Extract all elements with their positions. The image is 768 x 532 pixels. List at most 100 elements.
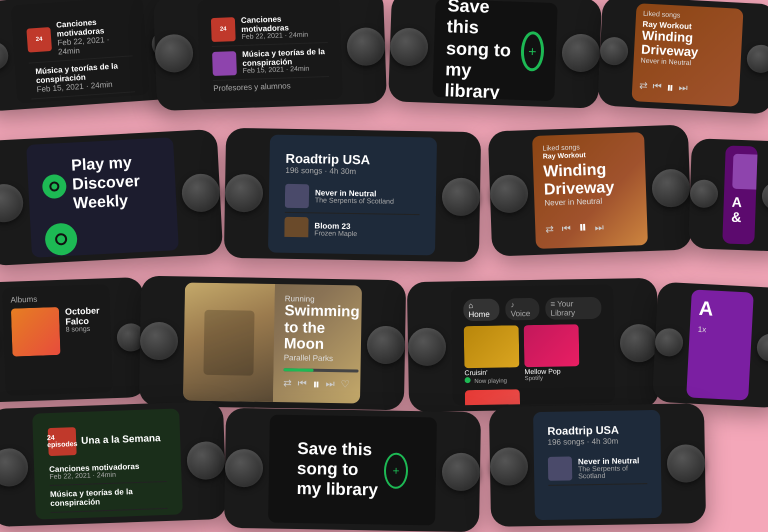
swim-artist: Parallel Parks <box>284 353 359 363</box>
knob-left-11[interactable] <box>408 328 447 367</box>
d15-stats: 196 songs · 4h 30m <box>548 436 647 447</box>
knob-right-7[interactable] <box>651 168 690 207</box>
next-icon[interactable]: ⏭ <box>678 83 688 94</box>
device-10: Running Swimming to the Moon Parallel Pa… <box>139 276 406 411</box>
knob-left-7[interactable] <box>489 174 528 213</box>
knob-left-12[interactable] <box>654 328 683 357</box>
d13-track-2: Música y teorías de la conspiración <box>50 486 168 508</box>
knob-left-8[interactable] <box>690 179 719 208</box>
p2-title-3: Profesores y alumnos <box>213 80 329 93</box>
screen-14: Save this song to my library + <box>268 415 437 526</box>
d13-episodes: 24 episodes <box>47 434 78 449</box>
knob-right-4[interactable] <box>746 44 768 73</box>
podcast-date-1: Feb 22, 2021 · 24min <box>57 33 132 56</box>
device-2: 24 Canciones motivadoras Feb 22, 2021 · … <box>153 0 387 111</box>
knob-right-10[interactable] <box>367 326 406 365</box>
tab-home[interactable]: ⌂ Home <box>463 299 500 322</box>
knob-left-15[interactable] <box>490 447 529 486</box>
knob-left-5[interactable] <box>0 183 24 223</box>
swim-song: Swimming to the Moon <box>284 303 360 354</box>
d15-track-1: Never in Neutral <box>578 456 647 466</box>
save-title-2: my library <box>444 60 520 101</box>
device-6: Roadtrip USA 196 songs · 4h 30m Never in… <box>224 128 481 262</box>
device-5: Play my Discover Weekly <box>0 129 223 266</box>
wd-shuffle-icon[interactable]: ⇄ <box>545 224 554 235</box>
rt-artist-1: The Serpents of Scotland <box>315 197 394 205</box>
discover-weekly-title: Play my Discover Weekly <box>71 152 163 214</box>
knob-left-2[interactable] <box>154 33 193 72</box>
knob-right-2[interactable] <box>346 26 385 65</box>
knob-left-6[interactable] <box>225 174 264 213</box>
wd-next-icon[interactable]: ⏭ <box>595 222 604 233</box>
knob-right-3[interactable] <box>561 33 600 72</box>
knob-right-13[interactable] <box>186 441 225 480</box>
rt-artist-2: Frozen Maple <box>314 230 357 238</box>
screen-10: Running Swimming to the Moon Parallel Pa… <box>183 282 362 403</box>
wd-prev-icon[interactable]: ⏮ <box>562 223 571 234</box>
d9-label: Albums <box>10 292 101 304</box>
prev-icon[interactable]: ⏮ <box>652 81 662 92</box>
device-14: Save this song to my library + <box>224 408 481 532</box>
device-12: A 1x <box>652 282 768 409</box>
device-15: Roadtrip USA 196 songs · 4h 30m Never in… <box>489 403 706 527</box>
screen-8: A & <box>722 145 757 244</box>
screen-4: Liked songs Ray Workout Winding Driveway… <box>632 3 744 106</box>
knob-right-15[interactable] <box>667 444 706 483</box>
d9-artist: October Falco <box>65 305 103 326</box>
knob-left-3[interactable] <box>389 27 428 66</box>
d13-playlist: Una a la Semana <box>81 433 161 447</box>
device-11: ⌂ Home ♪ Voice ≡ Your Library Cruisin' N… <box>407 278 659 412</box>
screen-12: A 1x <box>686 289 754 400</box>
swim-shuffle-icon[interactable]: ⇄ <box>283 378 292 389</box>
swim-prev-icon[interactable]: ⏮ <box>298 378 307 389</box>
knob-right-5[interactable] <box>181 172 221 212</box>
knob-left-13[interactable] <box>0 448 29 487</box>
card-exit[interactable]: Exit October Falcon <box>465 389 521 405</box>
now-playing-dot <box>465 377 471 383</box>
save2-title-2: my library <box>296 479 384 501</box>
tab-library[interactable]: ≡ Your Library <box>545 297 601 320</box>
screen-13: 24 episodes Una a la Semana Canciones mo… <box>32 408 183 519</box>
card-cruisin[interactable]: Cruisin' Now playing <box>464 325 520 385</box>
screen-15: Roadtrip USA 196 songs · 4h 30m Never in… <box>533 410 662 520</box>
knob-left-14[interactable] <box>225 449 264 488</box>
screen-6: Roadtrip USA 196 songs · 4h 30m Never in… <box>268 135 437 256</box>
screen-11: ⌂ Home ♪ Voice ≡ Your Library Cruisin' N… <box>451 285 615 406</box>
screen-2: 24 Canciones motivadoras Feb 22, 2021 · … <box>197 0 343 103</box>
swim-heart-icon[interactable]: ♡ <box>341 379 350 390</box>
device-3: Save this song to my library + <box>388 0 602 109</box>
screen-7: Liked songs Ray Workout Winding Driveway… <box>532 132 648 249</box>
knob-right-8[interactable] <box>761 182 768 211</box>
d15-artist-1: The Serpents of Scotland <box>578 465 647 480</box>
save-title-1: Save this song to <box>446 0 523 62</box>
device-8: A & <box>688 138 768 251</box>
swim-pause-icon[interactable]: ⏸ <box>313 376 320 393</box>
knob-right-14[interactable] <box>442 453 481 492</box>
tab-voice[interactable]: ♪ Voice <box>505 298 539 321</box>
device-9: Albums October Falco 8 songs <box>0 277 147 403</box>
pause-icon[interactable]: ⏸ <box>666 79 674 96</box>
knob-right-12[interactable] <box>756 333 768 362</box>
wd-pause-icon[interactable]: ⏸ <box>578 219 587 237</box>
swim-next-icon[interactable]: ⏭ <box>326 379 335 390</box>
screen-5: Play my Discover Weekly <box>26 137 179 258</box>
screen-3: Save this song to my library + <box>432 0 557 101</box>
tab-bar: ⌂ Home ♪ Voice ≡ Your Library <box>463 297 601 321</box>
device-7: Liked songs Ray Workout Winding Driveway… <box>488 125 692 257</box>
d9-sub: 8 songs <box>66 325 103 333</box>
knob-left-10[interactable] <box>140 322 179 361</box>
liked-song: Winding Driveway <box>641 29 735 62</box>
knob-left-1[interactable] <box>0 41 9 71</box>
wd-artist: Never in Neutral <box>544 196 636 208</box>
roadtrip-stats: 196 songs · 4h 30m <box>285 166 420 177</box>
knob-right-11[interactable] <box>620 324 659 363</box>
shuffle-icon[interactable]: ⇄ <box>639 81 648 92</box>
wd-song: Winding Driveway <box>543 160 636 198</box>
save2-title-1: Save this song to <box>297 439 385 481</box>
card-mellow[interactable]: Mellow Pop Spotify <box>524 324 580 384</box>
knob-left-4[interactable] <box>599 36 628 65</box>
screen-1: 24 Canciones motivadoras Feb 22, 2021 · … <box>11 0 150 103</box>
device-13: 24 episodes Una a la Semana Canciones mo… <box>0 401 227 527</box>
knob-right-6[interactable] <box>442 178 481 217</box>
card-1-sub: Now playing <box>465 376 520 385</box>
